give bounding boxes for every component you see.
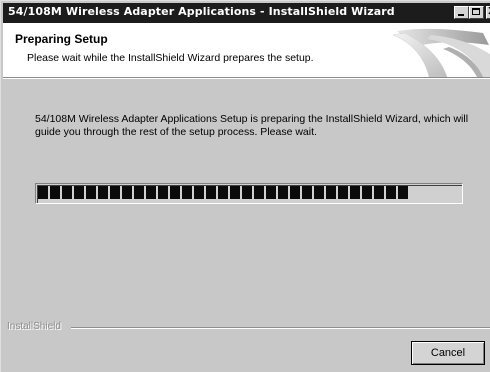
wizard-header: Preparing Setup Please wait while the In… <box>3 23 490 77</box>
minimize-icon <box>458 14 464 16</box>
progress-block <box>302 186 312 199</box>
progress-block <box>206 186 216 199</box>
progress-fill <box>38 186 408 199</box>
installshield-brand-label: InstallShield <box>7 321 61 332</box>
progress-block <box>74 186 84 199</box>
progress-block <box>122 186 132 199</box>
status-message: 54/108M Wireless Adapter Applications Se… <box>35 113 469 138</box>
maximize-button[interactable] <box>469 6 484 19</box>
progress-block <box>170 186 180 199</box>
window-title: 54/108M Wireless Adapter Applications - … <box>8 5 395 18</box>
progress-block <box>182 186 192 199</box>
progress-block <box>98 186 108 199</box>
progress-block <box>326 186 336 199</box>
progress-block <box>194 186 204 199</box>
progress-block <box>266 186 276 199</box>
progress-block <box>350 186 360 199</box>
progress-block <box>50 186 60 199</box>
cancel-button[interactable]: Cancel <box>411 341 485 365</box>
progress-block <box>62 186 72 199</box>
swoosh-graphic-icon <box>392 28 490 77</box>
progress-block <box>242 186 252 199</box>
header-divider-highlight <box>3 78 490 79</box>
progress-block <box>398 186 408 199</box>
progress-block <box>254 186 264 199</box>
title-bar[interactable]: 54/108M Wireless Adapter Applications - … <box>3 3 490 23</box>
installshield-wizard-window: 54/108M Wireless Adapter Applications - … <box>0 0 490 372</box>
progress-block <box>218 186 228 199</box>
progress-block <box>362 186 372 199</box>
close-button[interactable]: X <box>486 6 490 19</box>
progress-block <box>386 186 396 199</box>
progress-block <box>290 186 300 199</box>
progress-block <box>230 186 240 199</box>
header-subtitle: Please wait while the InstallShield Wiza… <box>27 52 314 64</box>
progress-block <box>146 186 156 199</box>
progress-block <box>158 186 168 199</box>
progress-block <box>134 186 144 199</box>
setup-progress-bar <box>35 183 463 204</box>
progress-block <box>314 186 324 199</box>
progress-block <box>338 186 348 199</box>
progress-block <box>38 186 48 199</box>
maximize-icon <box>472 8 480 15</box>
minimize-button[interactable] <box>454 6 469 19</box>
progress-block <box>110 186 120 199</box>
progress-block <box>278 186 288 199</box>
progress-block <box>86 186 96 199</box>
progress-block <box>374 186 384 199</box>
footer-divider-highlight <box>71 328 490 329</box>
header-title: Preparing Setup <box>15 32 108 46</box>
